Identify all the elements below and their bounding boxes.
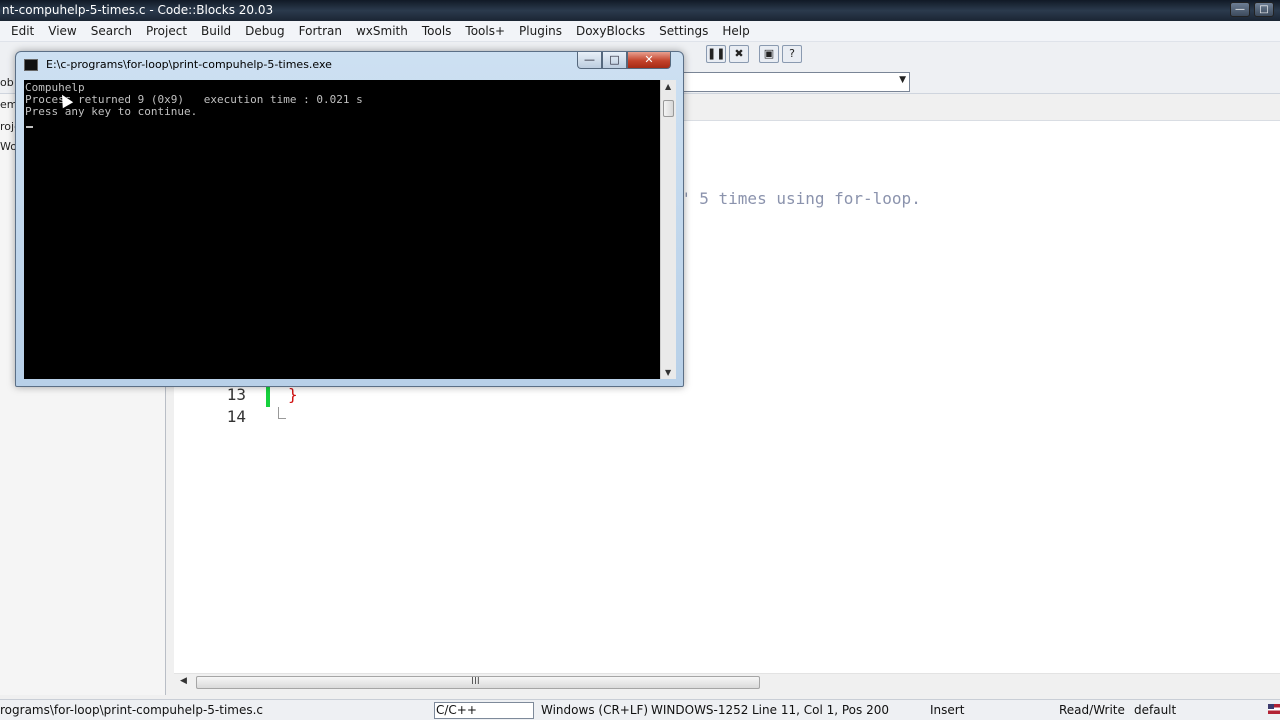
status-language: C/C++ — [436, 703, 477, 717]
status-bar: rograms\for-loop\print-compuhelp-5-times… — [0, 699, 1280, 720]
scroll-left-icon[interactable]: ◀ — [180, 676, 187, 686]
status-encoding: WINDOWS-1252 — [651, 703, 749, 717]
status-cursor-position: Line 11, Col 1, Pos 200 — [752, 703, 889, 717]
console-window[interactable]: E:\c-programs\for-loop\print-compuhelp-5… — [15, 51, 684, 387]
scope-dropdown[interactable]: ▼ — [670, 72, 910, 92]
scrollbar-thumb[interactable]: III — [196, 676, 760, 689]
console-maximize-button[interactable]: □ — [602, 52, 627, 69]
status-file-path: rograms\for-loop\print-compuhelp-5-times… — [0, 703, 264, 717]
ide-maximize-button[interactable]: □ — [1254, 2, 1274, 17]
console-icon — [24, 59, 38, 71]
code-comment: " 5 times using for-loop. — [680, 189, 921, 208]
ide-minimize-button[interactable]: — — [1230, 2, 1250, 17]
console-vertical-scrollbar[interactable]: ▲ ▼ — [660, 80, 676, 379]
panel-label: ob — [0, 76, 14, 89]
debug-window-icon[interactable]: ▣ — [759, 45, 779, 63]
menubar: Edit View Search Project Build Debug For… — [0, 21, 1280, 42]
menu-search[interactable]: Search — [84, 21, 139, 42]
line-number: 14 — [226, 407, 246, 426]
menu-build[interactable]: Build — [194, 21, 238, 42]
status-profile: default — [1134, 703, 1177, 717]
console-close-button[interactable]: ✕ — [627, 52, 671, 69]
chevron-down-icon: ▼ — [899, 75, 906, 85]
scrollbar-grip: III — [471, 676, 480, 687]
status-access: Read/Write — [1059, 703, 1125, 717]
menu-settings[interactable]: Settings — [652, 21, 715, 42]
menu-edit[interactable]: Edit — [4, 21, 41, 42]
console-line: Press any key to continue. — [25, 105, 198, 118]
console-output[interactable]: Compuhelp Process returned 9 (0x9) execut… — [24, 80, 660, 379]
line-number: 13 — [226, 385, 246, 404]
console-scrollbar-thumb[interactable] — [663, 100, 674, 117]
ide-title-bar: nt-compuhelp-5-times.c - Code::Blocks 20… — [0, 0, 1280, 21]
menu-tools-plus[interactable]: Tools+ — [458, 21, 512, 42]
console-minimize-button[interactable]: — — [577, 52, 602, 69]
status-line-endings: Windows (CR+LF) — [541, 703, 649, 717]
menu-wxsmith[interactable]: wxSmith — [349, 21, 415, 42]
horizontal-scrollbar[interactable]: ◀ III — [174, 673, 1280, 690]
menu-doxyblocks[interactable]: DoxyBlocks — [569, 21, 652, 42]
fold-line-end — [278, 418, 286, 419]
menu-view[interactable]: View — [41, 21, 83, 42]
status-insert-mode: Insert — [930, 703, 965, 717]
console-text: Compuhelp Process returned 9 (0x9) execut… — [25, 82, 363, 118]
menu-fortran[interactable]: Fortran — [292, 21, 349, 42]
menu-help[interactable]: Help — [715, 21, 756, 42]
info-icon[interactable]: ? — [782, 45, 802, 63]
stop-icon[interactable]: ✖ — [729, 45, 749, 63]
flag-icon — [1268, 704, 1280, 714]
closing-brace: } — [288, 385, 298, 404]
scroll-down-icon[interactable]: ▼ — [665, 368, 671, 377]
menu-debug[interactable]: Debug — [238, 21, 291, 42]
menu-tools[interactable]: Tools — [415, 21, 459, 42]
change-marker — [266, 385, 270, 407]
menu-plugins[interactable]: Plugins — [512, 21, 569, 42]
ide-window-title: nt-compuhelp-5-times.c - Code::Blocks 20… — [2, 3, 274, 17]
menu-project[interactable]: Project — [139, 21, 194, 42]
pause-icon[interactable]: ❚❚ — [706, 45, 726, 63]
scroll-up-icon[interactable]: ▲ — [665, 82, 671, 91]
text-cursor — [26, 126, 33, 128]
console-title: E:\c-programs\for-loop\print-compuhelp-5… — [46, 58, 332, 71]
